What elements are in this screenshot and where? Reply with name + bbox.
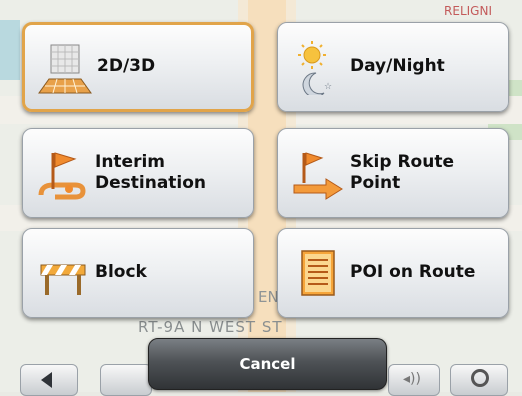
map-label-top: RELIGNI (444, 4, 492, 18)
search-button[interactable] (450, 364, 508, 396)
svg-text:☆: ☆ (324, 82, 332, 92)
day-night-button[interactable]: ☆ Day/Night (277, 22, 509, 112)
speaker-icon: ◂)) (403, 371, 421, 387)
interim-flag-icon (35, 145, 91, 201)
button-label: Interim Destination (95, 151, 207, 193)
nav-button[interactable] (100, 364, 152, 396)
map-label-partial: EN (258, 288, 279, 306)
poi-list-icon (290, 245, 346, 301)
button-label: Day/Night (350, 56, 445, 77)
button-label: Skip Route Point (350, 151, 454, 193)
water-area (0, 20, 20, 80)
block-button[interactable]: Block (22, 228, 254, 318)
volume-button[interactable]: ◂)) (388, 364, 440, 396)
sun-moon-icon: ☆ (290, 39, 346, 98)
roadblock-icon (35, 245, 91, 301)
street-name-label: RT-9A N WEST ST (138, 318, 283, 336)
skip-route-point-button[interactable]: Skip Route Point (277, 128, 509, 218)
perspective-icon (37, 41, 93, 97)
button-label: POI on Route (350, 262, 476, 283)
cancel-button[interactable]: Cancel (148, 338, 387, 390)
skip-route-icon (290, 145, 346, 201)
2d-3d-button[interactable]: 2D/3D (22, 22, 254, 112)
poi-on-route-button[interactable]: POI on Route (277, 228, 509, 318)
button-label: 2D/3D (97, 56, 156, 77)
interim-destination-button[interactable]: Interim Destination (22, 128, 254, 218)
search-icon (471, 369, 489, 387)
back-button[interactable] (20, 364, 78, 396)
button-label: Block (95, 262, 147, 283)
back-arrow-icon (41, 372, 52, 388)
